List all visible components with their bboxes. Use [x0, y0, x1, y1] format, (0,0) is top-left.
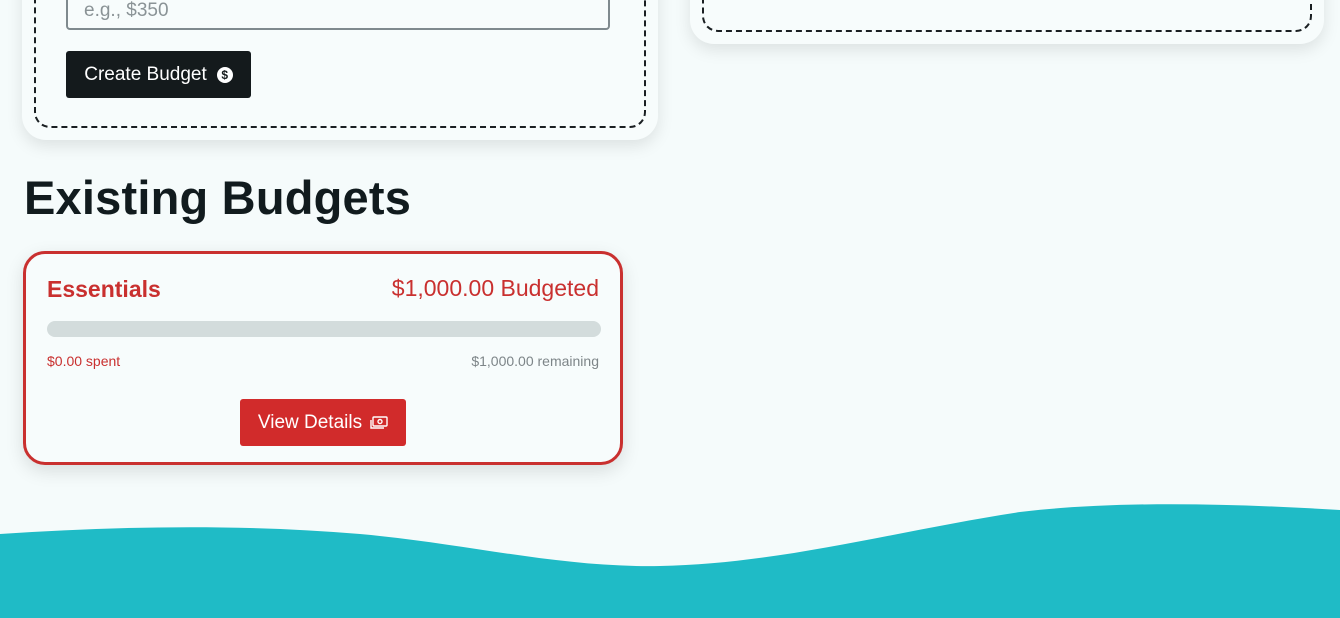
budget-remaining: $1,000.00 remaining: [471, 353, 599, 369]
budget-spent: $0.00 spent: [47, 353, 121, 369]
view-details-button[interactable]: View Details: [240, 399, 406, 446]
budget-name: Essentials: [47, 276, 161, 302]
existing-budgets-title: Existing Budgets: [24, 171, 412, 224]
add-expense-card: [690, 0, 1324, 44]
budget-amount-input[interactable]: [66, 0, 610, 30]
add-expense-form-border: [702, 0, 1312, 32]
budget-card: Essentials $1,000.00 Budgeted $0.00 spen…: [23, 251, 623, 465]
create-budget-button[interactable]: Create Budget $: [66, 51, 251, 98]
dollar-circle-icon: $: [216, 66, 233, 83]
create-budget-card: Create Budget $: [22, 0, 658, 140]
budget-progress-bar: [47, 321, 601, 337]
create-budget-button-label: Create Budget: [84, 63, 207, 85]
footer-wave: [0, 504, 1340, 618]
cash-icon: [370, 415, 388, 429]
page: Create Budget $ Existing Budgets Essenti…: [0, 0, 1340, 618]
view-details-button-label: View Details: [257, 411, 363, 433]
budget-amount: $1,000.00 Budgeted: [391, 275, 599, 301]
